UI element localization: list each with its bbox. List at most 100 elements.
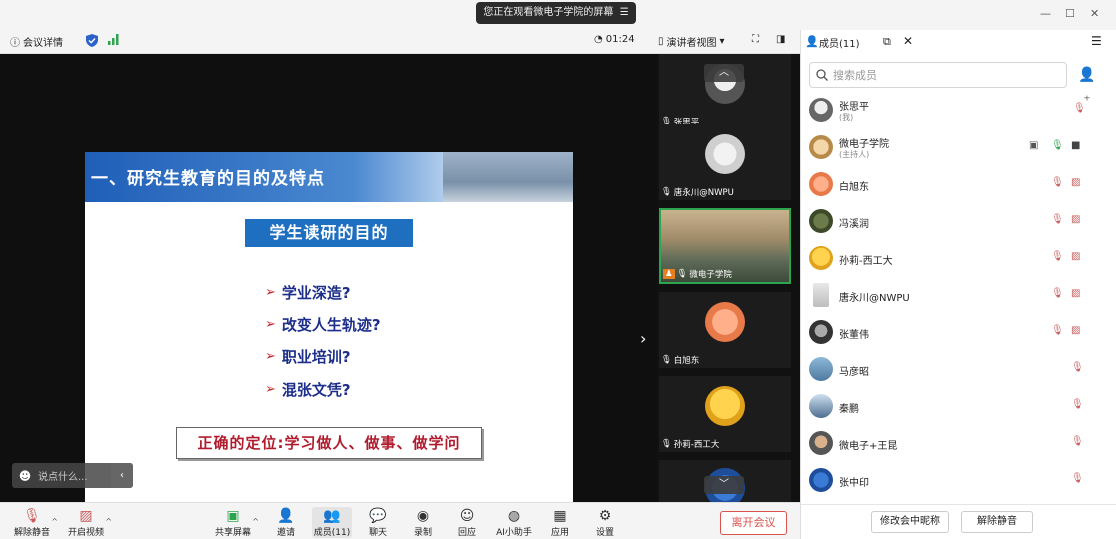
- unmute-all-button[interactable]: 解除静音: [961, 511, 1033, 533]
- avatar: [809, 209, 833, 233]
- chat-input[interactable]: ☻ 说点什么... ‹: [12, 463, 133, 488]
- start-video-button[interactable]: ▨ 开启视频 ^: [66, 507, 112, 538]
- emoji-icon[interactable]: ☻: [12, 469, 38, 483]
- member-role: (我): [839, 113, 854, 122]
- member-row[interactable]: 马彦昭 🎙: [801, 351, 1101, 388]
- member-panel-title: 成员(11): [819, 39, 860, 50]
- chat-input-placeholder: 说点什么...: [38, 472, 88, 483]
- avatar: [809, 394, 833, 418]
- chevron-up-icon[interactable]: ^: [51, 517, 58, 526]
- maximize-icon[interactable]: ☐: [1065, 7, 1075, 20]
- invite-button[interactable]: 👤 邀请: [266, 507, 306, 538]
- camera-off-icon[interactable]: ▨: [1071, 251, 1080, 262]
- mic-off-icon[interactable]: 🎙: [1073, 103, 1086, 114]
- reaction-label: 回应: [457, 528, 476, 538]
- bullet-text: 学业深造?: [281, 284, 351, 302]
- member-row[interactable]: 唐永川@NWPU 🎙 ▨: [801, 277, 1101, 314]
- collapse-chat-icon[interactable]: ‹: [111, 463, 133, 488]
- avatar: [809, 320, 833, 344]
- chevron-right-icon[interactable]: ›: [640, 329, 646, 348]
- camera-icon[interactable]: ■: [1071, 140, 1080, 151]
- avatar: [705, 386, 745, 426]
- close-panel-icon[interactable]: ✕: [903, 34, 913, 48]
- signal-strength-icon[interactable]: [108, 34, 120, 45]
- pop-out-icon[interactable]: ⧉: [883, 35, 891, 49]
- member-row[interactable]: 冯溪润 🎙 ▨: [801, 203, 1101, 240]
- member-row[interactable]: 微电子学院 (主持人) ▣ 🎙 ■: [801, 129, 1101, 166]
- more-menu-icon[interactable]: ☰: [1091, 34, 1102, 48]
- chevron-up-icon[interactable]: ︿: [704, 64, 744, 82]
- fullscreen-icon[interactable]: ⛶: [752, 34, 759, 45]
- slide-bullet: ➢ 改变人生轨迹?: [265, 314, 381, 335]
- slide-bullet: ➢ 混张文凭?: [265, 379, 351, 400]
- meeting-timer: ◔ 01:24: [594, 34, 635, 45]
- tile-name: 白旭东: [673, 356, 700, 366]
- record-label: 录制: [413, 528, 432, 538]
- slide-title: 一、研究生教育的目的及特点: [91, 169, 325, 189]
- member-row[interactable]: 张思平 (我) 🎙: [801, 92, 1101, 129]
- slide-bullet: ➢ 职业培训?: [265, 346, 351, 367]
- mic-off-icon[interactable]: 🎙: [1071, 362, 1084, 373]
- video-tile[interactable]: 🎙 孙莉-西工大: [659, 376, 791, 452]
- video-tile[interactable]: 🎙 白旭东: [659, 292, 791, 368]
- record-button[interactable]: ◉ 录制: [403, 507, 443, 538]
- member-name: 冯溪润: [839, 219, 869, 230]
- presentation-slide: 一、研究生教育的目的及特点 学生读研的目的 ➢ 学业深造? ➢ 改变人生轨迹? ➢ 职…: [85, 152, 573, 529]
- apps-button[interactable]: ▦ 应用: [540, 507, 580, 538]
- shared-screen-stage: 一、研究生教育的目的及特点 学生读研的目的 ➢ 学业深造? ➢ 改变人生轨迹? ➢ 职…: [0, 54, 657, 529]
- video-thumbnail-strip: 🎙 张思平 ︿ 🎙 唐永川@NWPU ♟ 🎙 微电子学院 🎙 白旭东 🎙 孙莉-西工大 ﹀: [657, 54, 800, 508]
- mic-off-icon[interactable]: 🎙: [1051, 251, 1064, 262]
- sidebar-toggle-icon[interactable]: ◨: [776, 34, 785, 45]
- minimize-icon[interactable]: —: [1040, 7, 1051, 20]
- member-search-input[interactable]: 搜索成员: [809, 62, 1067, 88]
- members-button[interactable]: 👥 成员(11): [312, 507, 352, 538]
- rename-button[interactable]: 修改会中昵称: [871, 511, 949, 533]
- clock-icon: ◔: [594, 34, 603, 45]
- camera-off-icon[interactable]: ▨: [1071, 325, 1080, 336]
- settings-button[interactable]: ⚙ 设置: [585, 507, 625, 538]
- mic-off-icon[interactable]: 🎙: [1071, 436, 1084, 447]
- mic-on-icon[interactable]: 🎙: [1051, 140, 1064, 151]
- tile-name: 微电子学院: [689, 270, 732, 280]
- member-row[interactable]: 孙莉-西工大 🎙 ▨: [801, 240, 1101, 277]
- video-tile-active[interactable]: ♟ 🎙 微电子学院: [659, 208, 791, 284]
- avatar: [705, 134, 745, 174]
- ai-assistant-button[interactable]: ◍ AI小助手: [494, 507, 534, 538]
- meeting-info-button[interactable]: ⓘ 会议详情: [10, 34, 63, 49]
- chat-button[interactable]: 💬 聊天: [358, 507, 398, 538]
- avatar: [809, 172, 833, 196]
- screen-share-banner[interactable]: 您正在观看微电子学院的屏幕 ☰: [476, 2, 636, 24]
- video-tile[interactable]: 🎙 唐永川@NWPU: [659, 124, 791, 200]
- member-row[interactable]: 微电子+王昆 🎙: [801, 425, 1101, 462]
- menu-icon[interactable]: ☰: [617, 7, 629, 18]
- share-screen-button[interactable]: ▣ 共享屏幕 ^: [213, 507, 259, 538]
- invite-icon: 👤: [277, 508, 295, 524]
- camera-off-icon[interactable]: ▨: [1071, 214, 1080, 225]
- chevron-down-icon[interactable]: ﹀: [704, 476, 744, 494]
- view-mode-dropdown[interactable]: ▯ 演讲者视图 ▾: [658, 34, 725, 49]
- meeting-info-label: 会议详情: [23, 38, 63, 49]
- chevron-up-icon[interactable]: ^: [252, 517, 259, 526]
- add-member-icon[interactable]: 👤⁺: [1075, 62, 1099, 109]
- mic-off-icon[interactable]: 🎙: [1071, 473, 1084, 484]
- unmute-button[interactable]: 🎙 解除静音 ^: [12, 507, 58, 538]
- campus-building-image: [443, 152, 573, 202]
- mic-off-icon[interactable]: 🎙: [1071, 399, 1084, 410]
- reaction-button[interactable]: ☺ 回应: [447, 507, 487, 538]
- mic-off-icon[interactable]: 🎙: [1051, 288, 1064, 299]
- close-icon[interactable]: ✕: [1090, 7, 1099, 20]
- mic-off-icon[interactable]: 🎙: [1051, 325, 1064, 336]
- mic-off-icon: 🎙: [23, 508, 41, 524]
- member-row[interactable]: 白旭东 🎙 ▨: [801, 166, 1101, 203]
- share-screen-icon: ▣: [226, 508, 240, 524]
- mic-off-icon[interactable]: 🎙: [1051, 177, 1064, 188]
- leave-meeting-button[interactable]: 离开会议: [720, 511, 787, 535]
- chevron-up-icon[interactable]: ^: [105, 517, 112, 526]
- member-row[interactable]: 张中印 🎙: [801, 462, 1101, 499]
- mic-off-icon[interactable]: 🎙: [1051, 214, 1064, 225]
- security-shield-icon[interactable]: [86, 34, 98, 47]
- member-row[interactable]: 秦鹏 🎙: [801, 388, 1101, 425]
- camera-off-icon[interactable]: ▨: [1071, 288, 1080, 299]
- camera-off-icon[interactable]: ▨: [1071, 177, 1080, 188]
- member-row[interactable]: 张董伟 🎙 ▨: [801, 314, 1101, 351]
